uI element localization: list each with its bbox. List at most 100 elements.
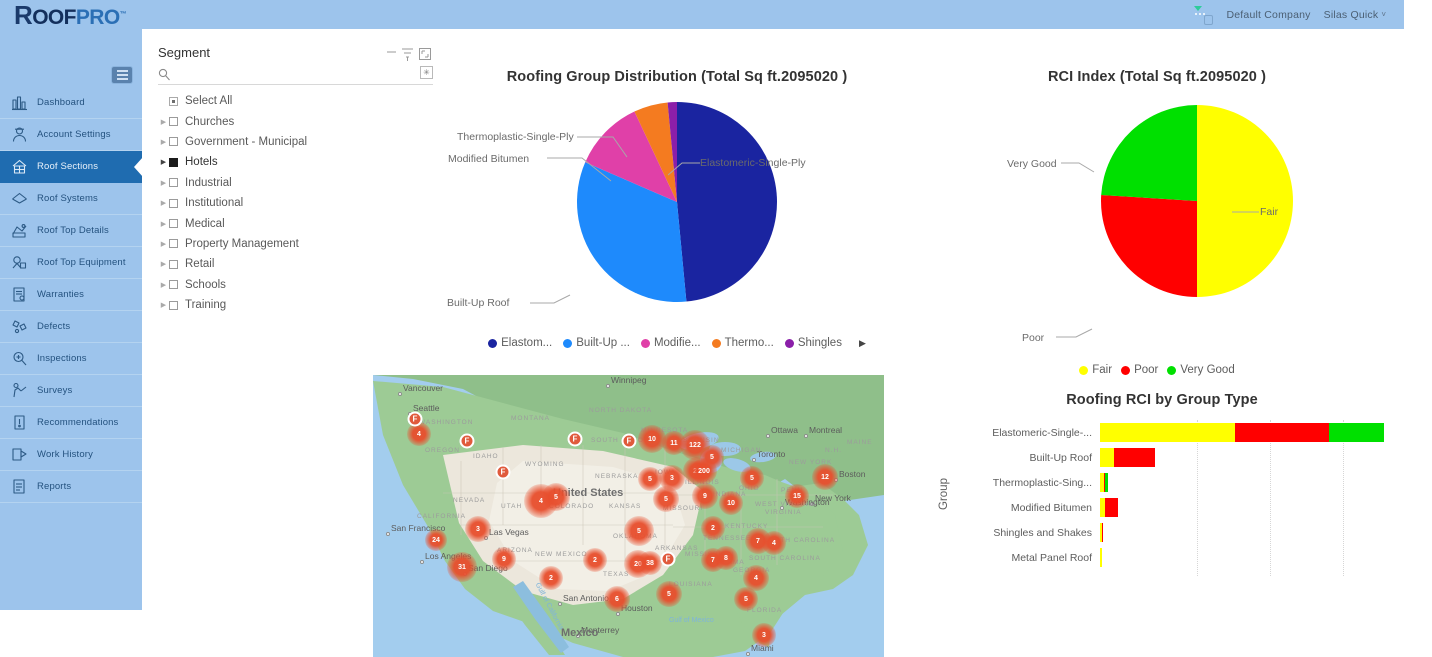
sidebar-item-work-history[interactable]: Work History — [0, 439, 142, 471]
slicer-item-government-municipal[interactable]: ▶Government - Municipal — [158, 132, 433, 152]
sidebar-item-dashboard[interactable]: Dashboard — [0, 87, 142, 119]
sidebar-item-roof-sections[interactable]: Roof Sections — [0, 151, 142, 183]
sidebar-item-reports[interactable]: Reports — [0, 471, 142, 503]
slicer-item-hotels[interactable]: ▶Hotels — [158, 152, 433, 172]
map-cluster-bubble[interactable]: 31 — [447, 552, 477, 582]
map-cluster-bubble[interactable]: 24 — [425, 529, 447, 551]
legend-item[interactable]: Built-Up ... — [563, 337, 630, 349]
sidebar-item-recommendations[interactable]: Recommendations — [0, 407, 142, 439]
checkbox[interactable] — [169, 117, 178, 126]
map-cluster-bubble[interactable]: 10 — [719, 491, 743, 515]
sidebar-item-account-settings[interactable]: Account Settings — [0, 119, 142, 151]
slicer-item-select-all[interactable]: Select All — [158, 91, 433, 111]
expand-arrow-icon[interactable]: ▶ — [158, 281, 169, 289]
legend-item[interactable]: Very Good — [1167, 364, 1234, 376]
pie-slice-elastomeric-single-ply[interactable] — [677, 102, 777, 302]
bar-segment-fair[interactable] — [1100, 548, 1102, 567]
map-pin-marker[interactable]: F — [496, 465, 511, 480]
legend-item[interactable]: Poor — [1121, 364, 1158, 376]
legend-item[interactable]: Thermo... — [712, 337, 774, 349]
map-cluster-bubble[interactable]: 2 — [539, 566, 563, 590]
map-cluster-bubble[interactable]: 5 — [740, 466, 764, 490]
checkbox[interactable] — [169, 280, 178, 289]
expand-arrow-icon[interactable]: ▶ — [158, 138, 169, 146]
sidebar-item-defects[interactable]: Defects — [0, 311, 142, 343]
bar-segment-poor[interactable] — [1105, 498, 1119, 517]
pie-slice-fair[interactable] — [1197, 105, 1293, 297]
map-cluster-bubble[interactable]: 5 — [624, 516, 654, 546]
map-cluster-bubble[interactable]: 6 — [604, 586, 630, 612]
map-cluster-bubble[interactable]: 4 — [762, 531, 786, 555]
map-pin-marker[interactable]: F — [568, 432, 583, 447]
map-cluster-bubble[interactable]: 3 — [465, 516, 491, 542]
map-cluster-bubble[interactable]: 5 — [653, 486, 679, 512]
checkbox[interactable] — [169, 199, 178, 208]
expand-arrow-icon[interactable]: ▶ — [158, 179, 169, 187]
sidebar-item-surveys[interactable]: Surveys — [0, 375, 142, 407]
map-cluster-bubble[interactable]: 38 — [638, 551, 662, 575]
checkbox[interactable] — [169, 97, 178, 106]
map-cluster-bubble[interactable]: 2 — [701, 516, 725, 540]
clear-filter-icon[interactable]: ✳ — [420, 66, 433, 79]
map-cluster-bubble[interactable]: 3 — [752, 623, 776, 647]
sidebar-item-roof-top-equipment[interactable]: Roof Top Equipment — [0, 247, 142, 279]
bar-segment-poor[interactable] — [1235, 423, 1328, 442]
map-cluster-bubble[interactable]: 15 — [785, 484, 809, 508]
expand-arrow-icon[interactable]: ▶ — [158, 260, 169, 268]
bar-segment-fair[interactable] — [1100, 448, 1114, 467]
slicer-item-industrial[interactable]: ▶Industrial — [158, 173, 433, 193]
collapse-icon[interactable] — [387, 47, 397, 63]
map-cluster-bubble[interactable]: 5 — [542, 483, 570, 511]
bar-segment-poor[interactable] — [1114, 448, 1156, 467]
bar-segment-fair[interactable] — [1100, 423, 1235, 442]
user-menu[interactable]: Silas Quick ˅ — [1324, 9, 1386, 21]
map-canvas[interactable]: VancouverSeattleSan FranciscoLas VegasLo… — [373, 375, 884, 657]
checkbox[interactable] — [169, 178, 178, 187]
expand-arrow-icon[interactable]: ▶ — [158, 220, 169, 228]
filter-icon[interactable] — [402, 47, 414, 63]
checkbox[interactable] — [169, 137, 178, 146]
bar-row[interactable]: Metal Panel Roof — [960, 545, 1392, 570]
legend-item[interactable]: Fair — [1079, 364, 1112, 376]
map-cluster-bubble[interactable]: 8 — [714, 546, 738, 570]
bar-row[interactable]: Shingles and Shakes — [960, 520, 1392, 545]
checkbox[interactable] — [169, 219, 178, 228]
focus-mode-icon[interactable] — [419, 47, 431, 61]
checkbox[interactable] — [169, 260, 178, 269]
hamburger-icon[interactable] — [112, 67, 132, 83]
pie-slices[interactable] — [527, 97, 827, 307]
map-pin-marker[interactable]: F — [661, 552, 676, 567]
sidebar-item-inspections[interactable]: Inspections — [0, 343, 142, 375]
map-cluster-bubble[interactable]: 5 — [656, 581, 682, 607]
expand-arrow-icon[interactable]: ▶ — [158, 158, 169, 166]
expand-arrow-icon[interactable]: ▶ — [158, 199, 169, 207]
expand-arrow-icon[interactable]: ▶ — [158, 301, 169, 309]
sidebar-item-roof-systems[interactable]: Roof Systems — [0, 183, 142, 215]
slicer-item-training[interactable]: ▶Training — [158, 295, 433, 315]
location-map[interactable]: VancouverSeattleSan FranciscoLas VegasLo… — [373, 375, 884, 657]
app-logo[interactable]: ROOFPRO™ — [0, 0, 142, 29]
bar-row[interactable]: Modified Bitumen — [960, 495, 1392, 520]
chat-icon[interactable] — [1191, 5, 1213, 25]
pie-slice-poor[interactable] — [1101, 195, 1197, 297]
slicer-item-schools[interactable]: ▶Schools — [158, 275, 433, 295]
bar-row[interactable]: Thermoplastic-Sing... — [960, 470, 1392, 495]
expand-arrow-icon[interactable]: ▶ — [158, 240, 169, 248]
slicer-item-churches[interactable]: ▶Churches — [158, 111, 433, 131]
checkbox[interactable] — [169, 301, 178, 310]
slicer-item-property-management[interactable]: ▶Property Management — [158, 234, 433, 254]
map-pin-marker[interactable]: F — [622, 434, 637, 449]
legend-item[interactable]: Shingles — [785, 337, 842, 349]
checkbox[interactable] — [169, 158, 178, 167]
sidebar-item-warranties[interactable]: Warranties — [0, 279, 142, 311]
slicer-item-institutional[interactable]: ▶Institutional — [158, 193, 433, 213]
legend-item[interactable]: Elastom... — [488, 337, 552, 349]
legend-item[interactable]: Modifie... — [641, 337, 701, 349]
next-page-arrow-icon[interactable]: ▶ — [859, 338, 866, 349]
bar-row[interactable]: Elastomeric-Single-... — [960, 420, 1392, 445]
sidebar-item-roof-top-details[interactable]: Roof Top Details — [0, 215, 142, 247]
map-cluster-bubble[interactable]: 5 — [700, 445, 724, 469]
slicer-item-medical[interactable]: ▶Medical — [158, 213, 433, 233]
slicer-item-retail[interactable]: ▶Retail — [158, 254, 433, 274]
map-cluster-bubble[interactable]: 9 — [492, 547, 516, 571]
